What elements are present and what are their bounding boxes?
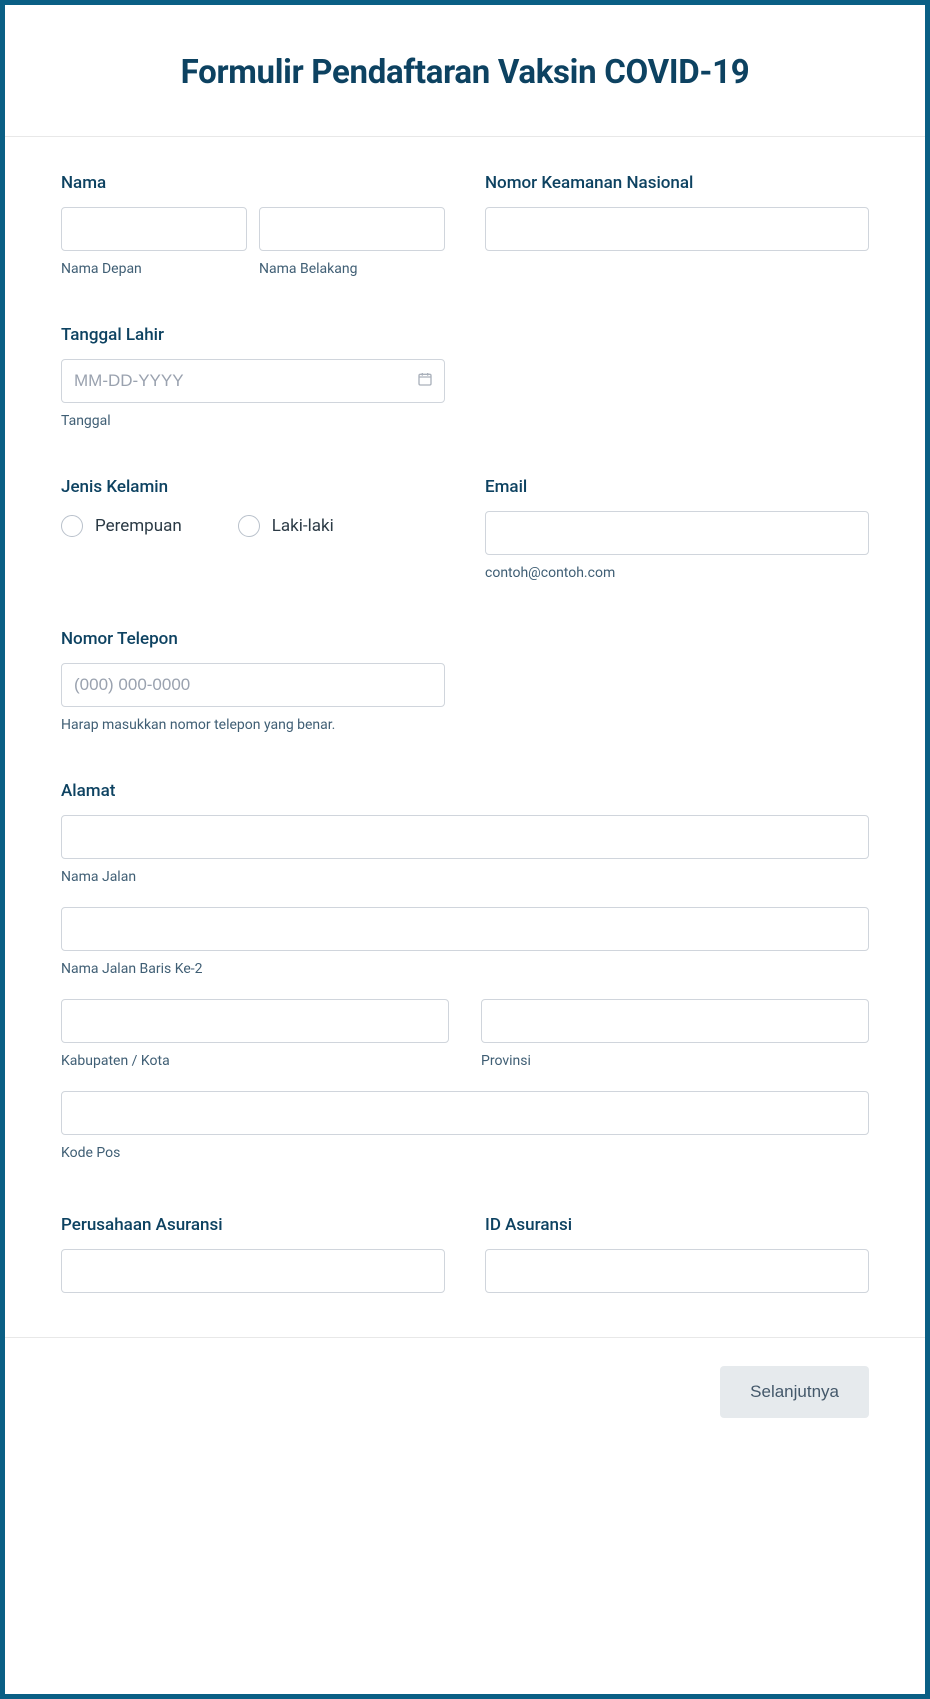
dob-sublabel: Tanggal	[61, 413, 445, 429]
form-frame: Formulir Pendaftaran Vaksin COVID-19 Nam…	[0, 0, 930, 1699]
form-header: Formulir Pendaftaran Vaksin COVID-19	[5, 5, 925, 137]
city-sublabel: Kabupaten / Kota	[61, 1053, 449, 1069]
insurance-company-input[interactable]	[61, 1249, 445, 1293]
first-name-sublabel: Nama Depan	[61, 261, 247, 277]
form-footer: Selanjutnya	[5, 1337, 925, 1462]
gender-label: Jenis Kelamin	[61, 477, 445, 497]
address-label: Alamat	[61, 781, 869, 801]
city-input[interactable]	[61, 999, 449, 1043]
street2-sublabel: Nama Jalan Baris Ke-2	[61, 961, 869, 977]
radio-icon	[61, 515, 83, 537]
name-label: Nama	[61, 173, 445, 193]
province-sublabel: Provinsi	[481, 1053, 869, 1069]
dob-input[interactable]	[61, 359, 445, 403]
email-sublabel: contoh@contoh.com	[485, 565, 869, 581]
ssn-input[interactable]	[485, 207, 869, 251]
last-name-sublabel: Nama Belakang	[259, 261, 445, 277]
phone-input[interactable]	[61, 663, 445, 707]
street1-sublabel: Nama Jalan	[61, 869, 869, 885]
postal-sublabel: Kode Pos	[61, 1145, 869, 1161]
page-title: Formulir Pendaftaran Vaksin COVID-19	[25, 53, 905, 92]
street2-input[interactable]	[61, 907, 869, 951]
gender-female-label: Perempuan	[95, 516, 182, 536]
email-input[interactable]	[485, 511, 869, 555]
insurance-id-input[interactable]	[485, 1249, 869, 1293]
gender-male-label: Laki-laki	[272, 516, 334, 536]
insurance-company-label: Perusahaan Asuransi	[61, 1215, 445, 1235]
dob-label: Tanggal Lahir	[61, 325, 445, 345]
email-label: Email	[485, 477, 869, 497]
last-name-input[interactable]	[259, 207, 445, 251]
first-name-input[interactable]	[61, 207, 247, 251]
postal-input[interactable]	[61, 1091, 869, 1135]
radio-icon	[238, 515, 260, 537]
gender-female-radio[interactable]: Perempuan	[61, 515, 182, 537]
street1-input[interactable]	[61, 815, 869, 859]
phone-sublabel: Harap masukkan nomor telepon yang benar.	[61, 717, 445, 733]
ssn-label: Nomor Keamanan Nasional	[485, 173, 869, 193]
gender-male-radio[interactable]: Laki-laki	[238, 515, 334, 537]
insurance-id-label: ID Asuransi	[485, 1215, 869, 1235]
form-body: Nama Nama Depan Nama Belakang Nomor Keam…	[5, 137, 925, 1337]
province-input[interactable]	[481, 999, 869, 1043]
phone-label: Nomor Telepon	[61, 629, 445, 649]
next-button[interactable]: Selanjutnya	[720, 1366, 869, 1418]
